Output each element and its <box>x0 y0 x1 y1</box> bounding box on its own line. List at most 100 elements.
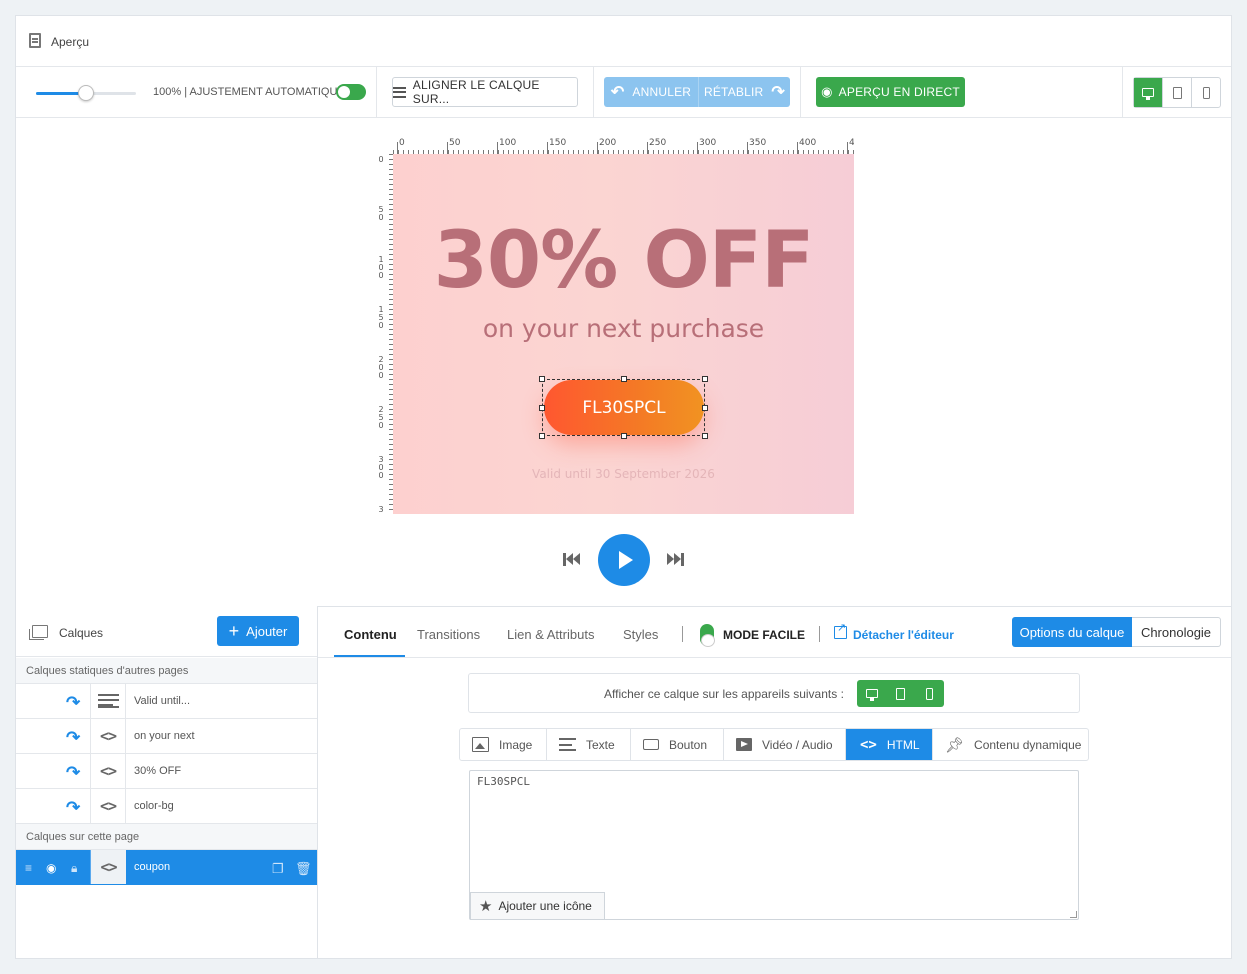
desktop-button[interactable] <box>1134 78 1163 107</box>
layer-row[interactable]: ↷ <> color-bg <box>16 789 317 824</box>
eye-icon[interactable]: ◉ <box>46 861 56 875</box>
plus-icon: + <box>228 621 240 641</box>
tablet-icon <box>1172 86 1182 99</box>
resize-handle[interactable] <box>539 376 545 382</box>
skip-back-button[interactable] <box>563 552 581 568</box>
undo-button[interactable]: ↶ ANNULER <box>604 77 698 107</box>
play-button[interactable] <box>598 534 650 586</box>
tablet-button[interactable] <box>1163 78 1192 107</box>
layer-type: <> <box>91 754 126 788</box>
type-label: Texte <box>586 737 615 752</box>
type-video-audio[interactable]: Vidéo / Audio <box>724 729 846 760</box>
layer-label: Valid until... <box>134 695 191 707</box>
live-preview-button[interactable]: ◉ APERÇU EN DIRECT <box>816 77 965 107</box>
layer-options-button[interactable]: Options du calque <box>1012 617 1132 647</box>
resize-handle[interactable] <box>702 376 708 382</box>
resize-handle[interactable] <box>702 433 708 439</box>
type-label: Bouton <box>669 737 708 752</box>
redo-arrow-icon[interactable]: ↷ <box>66 763 80 783</box>
redo-icon: ↷ <box>771 84 785 101</box>
ruler-label: 50 <box>378 205 384 222</box>
trash-icon[interactable]: 🗑︎ <box>295 861 312 877</box>
divider <box>376 67 377 117</box>
phone-button[interactable] <box>1192 78 1220 107</box>
redo-button[interactable]: RÉTABLIR ↷ <box>698 77 790 107</box>
valid-until-layer[interactable]: Valid until 30 September 2026 <box>393 467 854 481</box>
tab-contenu[interactable]: Contenu <box>344 627 397 642</box>
star-icon: ★ <box>479 898 493 915</box>
ruler-label: 0 <box>378 155 384 164</box>
zoom-slider-thumb[interactable] <box>78 85 94 101</box>
ruler-tick <box>447 142 448 154</box>
timeline-button[interactable]: Chronologie <box>1132 617 1221 647</box>
editor-tabs: Contenu Transitions Lien & Attributs Sty… <box>318 607 1231 658</box>
align-layer-button[interactable]: ALIGNER LE CALQUE SUR... <box>392 77 578 107</box>
tab-styles[interactable]: Styles <box>623 627 658 642</box>
html-content[interactable]: FL30SPCL <box>477 775 530 788</box>
layer-row-selected[interactable]: ≡ ◉ 🔒︎ <> coupon ❐ 🗑︎ <box>16 850 317 885</box>
show-phone-button[interactable] <box>915 680 944 707</box>
align-label: ALIGNER LE CALQUE SUR... <box>412 78 540 106</box>
redo-arrow-icon[interactable]: ↷ <box>66 798 80 818</box>
layer-controls: ↷ <box>16 684 91 718</box>
show-tablet-button[interactable] <box>886 680 915 707</box>
layer-controls: ↷ <box>16 789 91 823</box>
type-dynamic-content[interactable]: 📌︎ Contenu dynamique <box>933 729 1088 760</box>
type-html[interactable]: <> HTML <box>846 729 933 760</box>
headline-layer[interactable]: 30% OFF <box>393 216 854 306</box>
layer-type: <> <box>91 850 126 884</box>
ruler-label: 200 <box>599 138 617 148</box>
resize-handle[interactable] <box>621 376 627 382</box>
ruler-label: 350 <box>749 138 767 148</box>
ruler-label: 400 <box>799 138 817 148</box>
layer-row[interactable]: ↷ <> 30% OFF <box>16 754 317 789</box>
zoom-label: 100% | AJUSTEMENT AUTOMATIQUE <box>153 86 345 98</box>
layer-row[interactable]: ↷ Valid until... <box>16 684 317 719</box>
type-text[interactable]: Texte <box>547 729 631 760</box>
layer-controls: ↷ <box>16 719 91 753</box>
resize-grip[interactable] <box>1070 911 1077 918</box>
detach-editor-link[interactable]: Détacher l'éditeur <box>853 628 954 642</box>
layer-label: on your next <box>134 730 195 742</box>
ruler-tick <box>697 142 698 154</box>
ruler-tick <box>647 142 648 154</box>
redo-arrow-icon[interactable]: ↷ <box>66 693 80 713</box>
ruler-label: 45 <box>849 138 854 148</box>
subline-layer[interactable]: on your next purchase <box>393 314 854 343</box>
drag-handle-icon[interactable]: ≡ <box>25 861 32 875</box>
auto-fit-toggle[interactable] <box>336 84 366 100</box>
tab-link-attributes[interactable]: Lien & Attributs <box>507 627 594 642</box>
resize-handle[interactable] <box>539 433 545 439</box>
external-link-icon <box>834 621 847 639</box>
tablet-icon <box>896 687 905 700</box>
resize-handle[interactable] <box>621 433 627 439</box>
duplicate-icon[interactable]: ❐ <box>272 861 284 877</box>
add-icon-label: Ajouter une icône <box>498 899 592 913</box>
slide-canvas[interactable]: 30% OFF on your next purchase FL30SPCL V… <box>393 154 854 514</box>
layers-title: Calques <box>59 626 104 640</box>
add-icon-button[interactable]: ★ Ajouter une icône <box>470 892 605 920</box>
resize-handle[interactable] <box>539 405 545 411</box>
redo-arrow-icon[interactable]: ↷ <box>66 728 80 748</box>
lock-icon[interactable]: 🔒︎ <box>71 861 77 876</box>
layer-row[interactable]: ↷ <> on your next <box>16 719 317 754</box>
device-switcher <box>1133 77 1221 108</box>
tab-transitions[interactable]: Transitions <box>417 627 480 642</box>
undo-icon: ↶ <box>610 84 625 101</box>
html-editor[interactable]: FL30SPCL ★ Ajouter une icône <box>469 770 1079 920</box>
layer-label: color-bg <box>134 800 174 812</box>
resize-handle[interactable] <box>702 405 708 411</box>
skip-forward-arrow <box>667 553 674 565</box>
type-button[interactable]: Bouton <box>631 729 724 760</box>
layer-type <box>91 684 126 718</box>
divider <box>593 67 594 117</box>
ruler-tick <box>547 142 548 154</box>
code-icon: <> <box>100 858 117 876</box>
easy-mode-toggle[interactable] <box>700 624 715 647</box>
skip-forward-button[interactable] <box>667 552 685 568</box>
show-desktop-button[interactable] <box>857 680 886 707</box>
desktop-icon <box>1142 88 1154 100</box>
type-image[interactable]: Image <box>460 729 547 760</box>
skip-forward-icon <box>681 553 684 566</box>
add-layer-button[interactable]: + Ajouter <box>217 616 299 646</box>
